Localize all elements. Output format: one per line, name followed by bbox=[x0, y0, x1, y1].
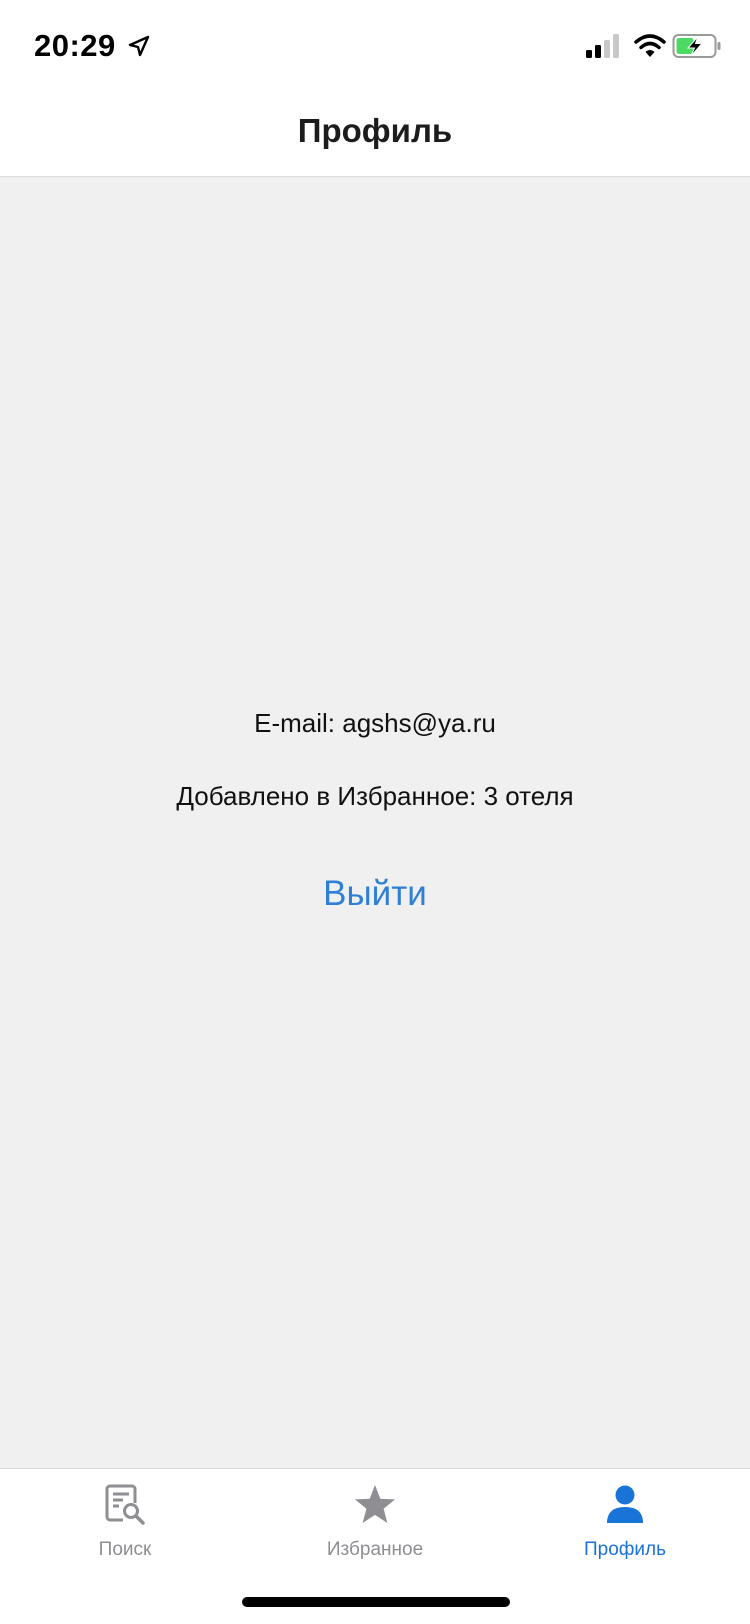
star-icon bbox=[355, 1485, 395, 1523]
favorites-count-text: Добавлено в Избранное: 3 отеля bbox=[176, 781, 574, 811]
status-time: 20:29 bbox=[34, 28, 116, 63]
logout-button[interactable]: Выйти bbox=[275, 866, 475, 922]
tab-favorites[interactable]: Избранное bbox=[250, 1469, 500, 1569]
search-document-icon bbox=[105, 1484, 145, 1525]
profile-screen: 20:29 Профиль E-mail: agshs@ya.ru Добавл… bbox=[0, 0, 750, 1624]
profile-content: E-mail: agshs@ya.ru Добавлено в Избранно… bbox=[0, 177, 750, 1468]
tab-search[interactable]: Поиск bbox=[0, 1469, 250, 1569]
battery-charging-icon bbox=[672, 34, 721, 58]
email-text: E-mail: agshs@ya.ru bbox=[254, 708, 496, 738]
tab-search-label: Поиск bbox=[98, 1539, 152, 1560]
status-bar: 20:29 bbox=[0, 0, 750, 88]
navigation-bar: Профиль bbox=[0, 88, 750, 177]
page-title: Профиль bbox=[297, 112, 453, 149]
tab-profile[interactable]: Профиль bbox=[500, 1469, 750, 1569]
tab-profile-label: Профиль bbox=[583, 1539, 667, 1560]
person-icon bbox=[607, 1485, 643, 1523]
tab-favorites-label: Избранное bbox=[326, 1539, 424, 1560]
location-arrow-icon bbox=[128, 35, 150, 57]
wifi-icon bbox=[634, 34, 666, 57]
cellular-signal-icon bbox=[586, 34, 619, 58]
home-indicator[interactable] bbox=[242, 1597, 510, 1607]
